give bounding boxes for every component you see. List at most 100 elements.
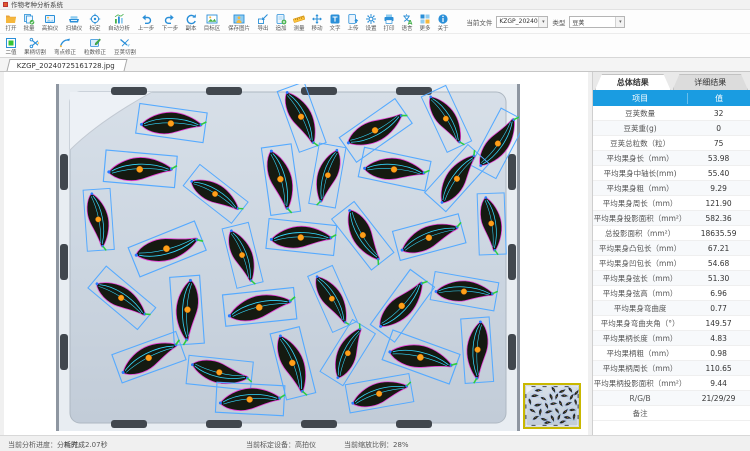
result-item-name: 平均果身弯曲度 [593, 303, 687, 314]
toolbar-button-save-image[interactable]: 保存图片 [224, 11, 254, 33]
print-icon [383, 13, 395, 25]
chevron-down-icon[interactable]: ▾ [538, 17, 547, 27]
result-row[interactable]: 平均果身长（mm）53.98 [593, 151, 750, 166]
result-row[interactable]: R/G/B21/29/29 [593, 391, 750, 406]
toolbar-button-upload-doc[interactable]: 上传 [344, 11, 362, 33]
result-row[interactable]: 备注 [593, 406, 750, 421]
result-item-name: 平均果身粗（mm） [593, 183, 687, 194]
measure-ruler-icon [293, 13, 305, 25]
language-icon: A [401, 13, 413, 25]
tab-detailed-results[interactable]: 详细结果 [673, 74, 749, 90]
column-header-value: 值 [687, 93, 750, 104]
toolbar-button-print[interactable]: 打印 [380, 11, 398, 33]
toolbar-button-auto-analyze-chart[interactable]: 自动分析 [104, 11, 134, 33]
result-item-name: 平均果柄长度（mm） [593, 333, 687, 344]
toolbar-button-binary-threshold[interactable]: 二值 [2, 35, 20, 57]
duplicate-refresh-icon [185, 13, 197, 25]
result-row[interactable]: 平均果柄投影面积（mm²）9.44 [593, 376, 750, 391]
toolbar-button-target-region-image[interactable]: 目标区 [200, 11, 224, 33]
status-zoom-ratio: 当前缩放比例：28% [344, 440, 409, 450]
toolbar-button-label: 高拍仪 [42, 25, 59, 31]
current-file-dropdown[interactable]: KZGP_2024072 ▾ [496, 16, 548, 28]
result-item-value: 149.57 [687, 319, 750, 328]
toolbar-button-folder-open[interactable]: 打开 [2, 11, 20, 33]
move-cross-icon [311, 13, 323, 25]
result-row[interactable]: 平均果柄长度（mm）4.83 [593, 331, 750, 346]
toolbar-button-doc-camera[interactable]: 高拍仪 [38, 11, 62, 33]
result-item-value: 9.29 [687, 184, 750, 193]
navigator-thumbnail[interactable] [523, 383, 581, 429]
calibrate-target-icon [89, 13, 101, 25]
toolbar-button-append-plus[interactable]: 追加 [272, 11, 290, 33]
result-item-value: 0.98 [687, 349, 750, 358]
image-canvas[interactable] [4, 72, 588, 435]
chevron-down-icon[interactable]: ▾ [615, 17, 624, 27]
result-row[interactable]: 平均果柄周长（mm）110.65 [593, 361, 750, 376]
status-elapsed-time: 耗时：2.07秒 [64, 440, 108, 450]
toolbar-button-calibrate-target[interactable]: 标定 [86, 11, 104, 33]
toolbar-button-label: 豆荚切割 [114, 49, 136, 55]
document-tab[interactable]: KZGP_20240725161728.jpg [7, 59, 128, 71]
type-dropdown[interactable]: 豆荚 ▾ [569, 16, 625, 28]
document-tab-filename: KZGP_20240725161728.jpg [17, 62, 115, 70]
toolbar-button-language[interactable]: A语言 [398, 11, 416, 33]
toolbar-button-measure-ruler[interactable]: 测量 [290, 11, 308, 33]
result-row[interactable]: 平均果身投影面积（mm²）582.36 [593, 211, 750, 226]
result-row[interactable]: 平均果身周长（mm）121.90 [593, 196, 750, 211]
auto-analyze-chart-icon [113, 13, 125, 25]
toolbar-button-pod-cut-knife[interactable]: 豆荚切割 [110, 35, 140, 57]
toolbar-button-bend-fix-curve[interactable]: 弯点修正 [50, 35, 80, 57]
result-row[interactable]: 总投影面积（mm²）18635.59 [593, 226, 750, 241]
toolbar-button-about-info[interactable]: 关于 [434, 11, 452, 33]
result-row[interactable]: 平均果身粗（mm）9.29 [593, 181, 750, 196]
result-row[interactable]: 豆荚数量32 [593, 106, 750, 121]
toolbar-button-stem-cut-scissors[interactable]: 果柄切割 [20, 35, 50, 57]
specimen-photo[interactable] [56, 84, 520, 431]
type-value: 豆荚 [570, 17, 615, 27]
toolbar-button-text-tool[interactable]: 文字 [326, 11, 344, 33]
result-row[interactable]: 平均果身中轴长(mm)55.40 [593, 166, 750, 181]
result-row[interactable]: 豆荚总粒数（粒）75 [593, 136, 750, 151]
result-item-value: 110.65 [687, 364, 750, 373]
result-row[interactable]: 平均果身凹包长（mm）54.68 [593, 256, 750, 271]
main-area: 总体结果 详细结果 项目 值 豆荚数量32豆荚重(g)0豆荚总粒数（粒）75平均… [0, 72, 750, 435]
result-item-value: 55.40 [687, 169, 750, 178]
results-panel-tabs: 总体结果 详细结果 [593, 72, 750, 90]
save-image-icon [233, 13, 245, 25]
result-item-value: 67.21 [687, 244, 750, 253]
toolbar-button-batch[interactable]: 批量 [20, 11, 38, 33]
result-row[interactable]: 豆荚重(g)0 [593, 121, 750, 136]
toolbar-button-count-fix-edit[interactable]: 粒数修正 [80, 35, 110, 57]
toolbar-button-undo-arrow[interactable]: 上一步 [134, 11, 158, 33]
toolbar-button-label: 追加 [276, 25, 287, 31]
result-item-name: 平均果身凸包长（mm） [593, 243, 687, 254]
result-item-value: 21/29/29 [687, 394, 750, 403]
results-table: 项目 值 豆荚数量32豆荚重(g)0豆荚总粒数（粒）75平均果身长（mm）53.… [593, 90, 750, 435]
result-row[interactable]: 平均果柄粗（mm）0.98 [593, 346, 750, 361]
toolbar-button-export-arrow[interactable]: 导出 [254, 11, 272, 33]
tab-overall-results[interactable]: 总体结果 [595, 74, 671, 90]
toolbar-button-move-cross[interactable]: 移动 [308, 11, 326, 33]
result-item-name: R/G/B [593, 394, 687, 403]
toolbar-button-duplicate-refresh[interactable]: 副本 [182, 11, 200, 33]
result-item-value: 0 [687, 124, 750, 133]
result-item-value: 51.30 [687, 274, 750, 283]
toolbar-button-label: 扫描仪 [66, 25, 83, 31]
result-item-name: 平均果柄周长（mm） [593, 363, 687, 374]
toolbar-button-more-grid[interactable]: 更多 [416, 11, 434, 33]
result-row[interactable]: 平均果身弯曲度0.77 [593, 301, 750, 316]
current-file-label: 当前文件 [466, 17, 492, 27]
toolbar-button-label: 批量 [23, 25, 34, 31]
toolbar-button-redo-arrow[interactable]: 下一步 [158, 11, 182, 33]
result-row[interactable]: 平均果身凸包长（mm）67.21 [593, 241, 750, 256]
status-bar: 当前分析进度：分析完成 耗时：2.07秒 当前标定设备：高拍仪 当前缩放比例：2… [0, 435, 750, 451]
toolbar-button-label: 目标区 [204, 25, 221, 31]
result-row[interactable]: 平均果身弯曲夹角（°）149.57 [593, 316, 750, 331]
result-item-value: 4.83 [687, 334, 750, 343]
result-row[interactable]: 平均果身弦高（mm）6.96 [593, 286, 750, 301]
settings-gear-icon [365, 13, 377, 25]
toolbar-button-label: 标定 [90, 25, 101, 31]
toolbar-button-scanner[interactable]: 扫描仪 [62, 11, 86, 33]
result-row[interactable]: 平均果身弦长（mm）51.30 [593, 271, 750, 286]
toolbar-button-settings-gear[interactable]: 设置 [362, 11, 380, 33]
